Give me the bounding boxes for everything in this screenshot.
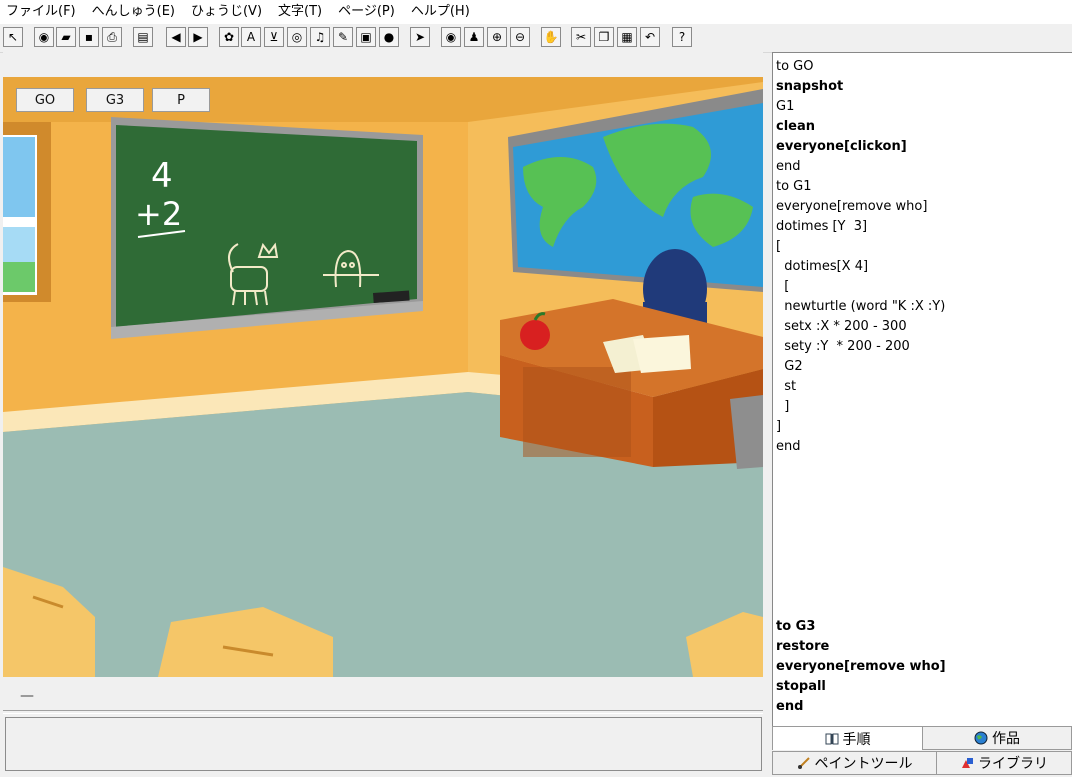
code-line: [ [776, 279, 790, 294]
zoom-out-icon[interactable]: ⊖ [510, 27, 530, 47]
paint-brush-icon[interactable]: ✎ [333, 27, 353, 47]
help-icon[interactable]: ? [672, 27, 692, 47]
save-disk-icon[interactable]: ▪ [79, 27, 99, 47]
copy-icon[interactable]: ❐ [594, 27, 614, 47]
tab-paint-tool-label: ペイントツール [814, 756, 913, 772]
code-line: st [776, 379, 797, 394]
code-line: [ [776, 239, 782, 254]
p-button[interactable]: P [152, 88, 210, 112]
status-dash: — [20, 688, 34, 704]
arrow-left-icon[interactable]: ◀ [166, 27, 186, 47]
command-center[interactable] [5, 717, 762, 771]
code-line: G2 [776, 359, 803, 374]
code-line: G1 [776, 99, 795, 114]
brush-icon [797, 756, 811, 770]
tab-library-label: ライブラリ [978, 756, 1048, 772]
code-line: everyone[remove who] [776, 199, 928, 214]
print-icon[interactable]: ⎙ [102, 27, 122, 47]
chalk-number-bottom: +2 [135, 195, 182, 233]
pointer-select-icon[interactable]: ↖ [3, 27, 23, 47]
shapes-icon [960, 756, 974, 770]
cut-icon[interactable]: ✂ [571, 27, 591, 47]
paste-icon[interactable]: ▦ [617, 27, 637, 47]
globe-icon [974, 731, 988, 745]
code-line: stopall [776, 679, 826, 694]
toolbar: ↖ ◉ ▰ ▪ ⎙ ▤ ◀ ▶ ✿ A ⊻ ◎ ♫ ✎ ▣ ● ➤ ◉ ♟ ⊕ ⊖ ✋ ✂ ❐ ▦ ↶? [0, 24, 1072, 53]
text-box-icon[interactable]: A [241, 27, 261, 47]
g3-button[interactable]: G3 [86, 88, 144, 112]
stage-area: 4 +2 GO G3 P [3, 52, 763, 682]
code-line: end [776, 699, 804, 714]
tab-procedures[interactable]: 手順 [772, 726, 923, 750]
menu-help[interactable]: ヘルプ(H) [403, 0, 478, 24]
code-line: newturtle (word "K :X :Y) [776, 299, 946, 314]
procedures-editor[interactable]: to GO snapshot G1 clean everyone[clickon] end… [772, 52, 1072, 726]
stamp-icon[interactable]: ♟ [464, 27, 484, 47]
code-line: everyone[clickon] [776, 139, 907, 154]
code-line: end [776, 159, 801, 174]
globe-new-icon[interactable]: ◉ [34, 27, 54, 47]
go-button[interactable]: GO [16, 88, 74, 112]
code-line: sety :Y * 200 - 200 [776, 339, 910, 354]
code-line: dotimes [Y 3] [776, 219, 868, 234]
code-line: end [776, 439, 801, 454]
tab-library[interactable]: ライブラリ [936, 751, 1072, 775]
code-line: ] [776, 399, 790, 414]
zoom-in-icon[interactable]: ⊕ [487, 27, 507, 47]
code-line: ] [776, 419, 782, 434]
record-icon[interactable]: ● [379, 27, 399, 47]
menu-file[interactable]: ファイル(F) [0, 0, 84, 24]
panel-tabs: 手順 作品 ペイントツール ライブラリ [772, 726, 1072, 777]
code-line: clean [776, 119, 816, 134]
code-line: to G3 [776, 619, 816, 634]
arrow-cursor-icon[interactable]: ➤ [410, 27, 430, 47]
code-line: setx :X * 200 - 300 [776, 319, 907, 334]
tab-works[interactable]: 作品 [922, 726, 1072, 750]
menu-text[interactable]: 文字(T) [270, 0, 330, 24]
open-folder-icon[interactable]: ▰ [56, 27, 76, 47]
code-line: to G1 [776, 179, 812, 194]
menu-view[interactable]: ひょうじ(V) [183, 0, 270, 24]
stage-canvas[interactable]: 4 +2 GO G3 P [3, 77, 763, 677]
code-line: everyone[remove who] [776, 659, 946, 674]
arrow-right-icon[interactable]: ▶ [188, 27, 208, 47]
menu-edit[interactable]: へんしゅう(E) [84, 0, 183, 24]
classroom-scene: 4 +2 [3, 77, 763, 677]
menu-bar: ファイル(F) へんしゅう(E) ひょうじ(V) 文字(T) ページ(P) ヘル… [0, 0, 1072, 24]
code-line: restore [776, 639, 830, 654]
code-line: snapshot [776, 79, 844, 94]
eye-button-icon[interactable]: ◎ [287, 27, 307, 47]
book-icon [825, 732, 839, 746]
tab-paint-tool[interactable]: ペイントツール [772, 751, 937, 775]
tab-works-label: 作品 [992, 731, 1020, 747]
eye-icon[interactable]: ◉ [441, 27, 461, 47]
menu-page[interactable]: ページ(P) [330, 0, 403, 24]
stop-hand-icon[interactable]: ✋ [541, 27, 561, 47]
status-separator [3, 710, 763, 714]
video-camera-icon[interactable]: ▣ [356, 27, 376, 47]
chalk-number-top: 4 [151, 156, 173, 196]
code-line: to GO [776, 59, 814, 74]
slider-icon[interactable]: ⊻ [264, 27, 284, 47]
turtle-icon[interactable]: ✿ [219, 27, 239, 47]
music-note-icon[interactable]: ♫ [310, 27, 330, 47]
undo-icon[interactable]: ↶ [640, 27, 660, 47]
page-list-icon[interactable]: ▤ [133, 27, 153, 47]
tab-procedures-label: 手順 [842, 731, 871, 748]
code-line: dotimes[X 4] [776, 259, 869, 274]
